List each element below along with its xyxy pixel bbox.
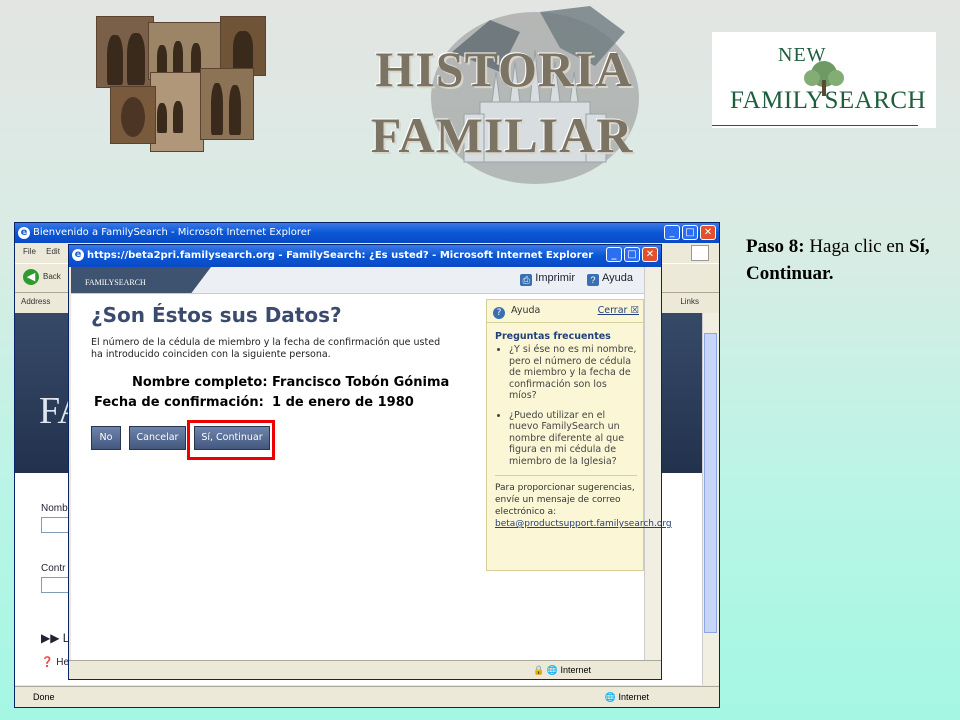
familysearch-logo: FAMILYSEARCH	[71, 267, 211, 293]
outer-link-2[interactable]: ❓ He	[41, 657, 69, 668]
help-panel-header: ? Ayuda Cerrar ☒	[487, 300, 643, 323]
name-value: Francisco Tobón Gónima	[272, 375, 450, 390]
popup-title-bar: e https://beta2pri.familysearch.org - Fa…	[69, 245, 661, 267]
maximize-button[interactable]: □	[682, 225, 698, 240]
outer-title-bar: e Bienvenido a FamilySearch - Microsoft …	[15, 223, 719, 243]
popup-maximize-button[interactable]: □	[624, 247, 640, 262]
help-link[interactable]: ? Ayuda	[587, 272, 633, 286]
popup-window-title: https://beta2pri.familysearch.org - Fami…	[87, 250, 594, 261]
step-text: Haga clic en	[809, 236, 905, 257]
links-label[interactable]: Links	[680, 293, 699, 311]
intro-text: El número de la cédula de miembro y la f…	[91, 337, 441, 360]
minimize-button[interactable]: _	[664, 225, 680, 240]
help-close-link[interactable]: Cerrar ☒	[598, 300, 639, 322]
confirmation-date-label: Fecha de confirmación:	[94, 395, 264, 410]
status-zone: 🌐 Internet	[604, 692, 649, 702]
highlight-box	[187, 420, 275, 460]
support-email-link[interactable]: beta@productsupport.familysearch.org	[495, 519, 672, 529]
menu-edit[interactable]: Edit	[46, 247, 60, 256]
cancel-button[interactable]: Cancelar	[129, 426, 186, 450]
back-arrow-icon[interactable]: ◀	[23, 269, 39, 285]
ie-icon: e	[72, 249, 84, 261]
windows-flag-icon	[691, 245, 709, 261]
back-label[interactable]: Back	[43, 272, 61, 281]
popup-status-bar: 🔒 🌐 Internet	[69, 660, 661, 679]
popup-status-zone: 🔒 🌐 Internet	[533, 665, 591, 675]
help-icon: ?	[493, 307, 505, 319]
popup-scrollbar[interactable]	[644, 267, 661, 661]
help-panel-title: Ayuda	[511, 305, 541, 316]
faq-item[interactable]: ¿Y si ése no es mi nombre, pero el númer…	[509, 344, 637, 402]
help-icon: ?	[587, 274, 599, 286]
close-button[interactable]: ✕	[700, 225, 716, 240]
faq-item[interactable]: ¿Puedo utilizar en el nuevo FamilySearch…	[509, 410, 637, 468]
familysearch-header: FAMILYSEARCH ⎙ Imprimir ? Ayuda	[71, 267, 645, 294]
new-familysearch-logo: NEW FAMILYSEARCH	[712, 32, 936, 128]
page-title: ¿Son Éstos sus Datos?	[91, 303, 342, 327]
print-link[interactable]: ⎙ Imprimir	[520, 272, 575, 286]
confirmation-date-value: 1 de enero de 1980	[272, 395, 414, 410]
faq-title: Preguntas frecuentes	[495, 331, 611, 342]
help-panel: ? Ayuda Cerrar ☒ Preguntas frecuentes ¿Y…	[486, 299, 672, 571]
status-done: Done	[33, 692, 55, 702]
ie-icon: e	[18, 227, 30, 239]
outer-field-label-1: Nomb	[41, 503, 68, 514]
suggestions-text: Para proporcionar sugerencias, envíe un …	[495, 475, 672, 530]
popup-minimize-button[interactable]: _	[606, 247, 622, 262]
logo-rule	[712, 125, 918, 126]
logo-familysearch-text: FAMILYSEARCH	[730, 87, 927, 114]
outer-window-title: Bienvenido a FamilySearch - Microsoft In…	[33, 227, 311, 238]
step-caption: Paso 8: Haga clic en Sí, Continuar.	[746, 233, 946, 287]
outer-scroll-thumb[interactable]	[704, 333, 717, 633]
menu-file[interactable]: File	[23, 247, 36, 256]
outer-status-bar: Done 🌐 Internet	[15, 686, 719, 707]
no-button[interactable]: No	[91, 426, 121, 450]
address-label: Address	[21, 297, 51, 306]
outer-field-label-2: Contr	[41, 563, 66, 574]
logo-new-text: NEW	[778, 44, 827, 66]
popup-close-button[interactable]: ✕	[642, 247, 658, 262]
outer-scrollbar[interactable]	[702, 313, 719, 685]
printer-icon: ⎙	[520, 274, 533, 286]
name-label: Nombre completo:	[132, 375, 268, 390]
step-number: Paso 8:	[746, 236, 805, 257]
